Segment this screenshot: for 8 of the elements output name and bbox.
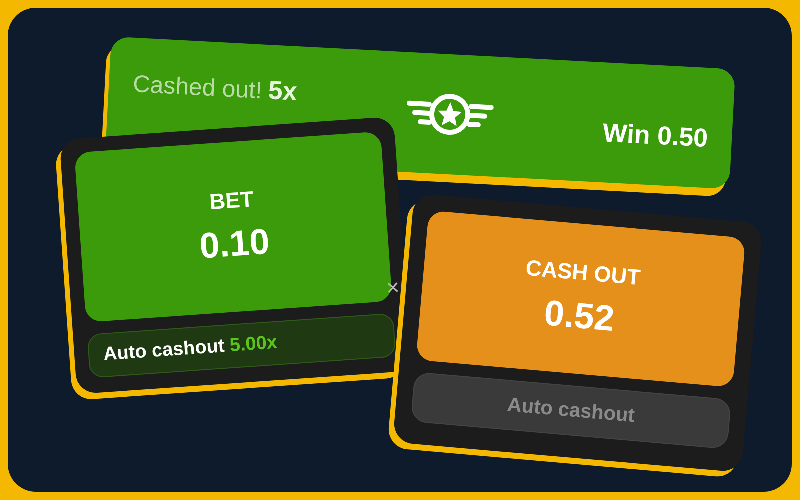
cash-out-button[interactable]: CASH OUT 0.52 bbox=[416, 210, 746, 388]
auto-cashout-field[interactable]: Auto cashout bbox=[410, 372, 732, 450]
auto-cashout-text: Auto cashout bbox=[506, 393, 636, 430]
win-amount: Win 0.50 bbox=[602, 116, 710, 155]
multiplier-text: 5x bbox=[267, 74, 298, 108]
auto-cashout-text: Auto cashout 5.00x bbox=[102, 331, 278, 368]
cashed-out-label: Cashed out! bbox=[132, 69, 264, 106]
auto-cashout-field[interactable]: Auto cashout 5.00x bbox=[87, 313, 396, 378]
